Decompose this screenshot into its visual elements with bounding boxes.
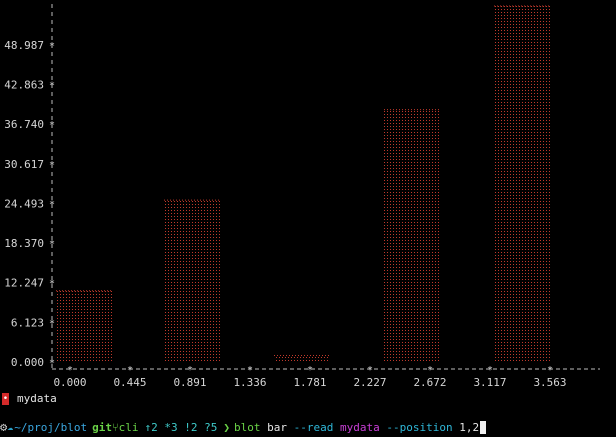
x-tick-label: 0.000 [53,376,86,389]
y-tick-label: 0.000 [11,356,44,369]
y-tick-label: 42.863 [4,79,44,92]
y-tick-mark: * [49,81,55,92]
y-tick-label: 36.740 [4,118,44,131]
git-label: git [92,420,112,434]
y-tick-label: 24.493 [4,197,44,210]
x-tick-mark: * [187,365,193,376]
cloud-icon: ☁ [7,421,14,433]
y-tick-label: 30.617 [4,158,44,171]
y-tick-mark: * [49,318,55,329]
y-tick-mark: * [49,199,55,210]
x-tick-label: 1.336 [233,376,266,389]
bar [164,200,220,362]
shell-prompt[interactable]: ⚙ ☁ ~/proj/blot git ⑂ cli ↑2 *3 !2 ?5 ❯ … [0,419,487,435]
git-status: ↑2 *3 !2 ?5 [144,420,218,434]
read-value[interactable]: mydata [340,421,380,434]
x-tick-mark: * [307,365,313,376]
text-cursor [480,420,487,434]
y-tick-label: 6.123 [11,316,44,329]
x-tick-mark: * [487,365,493,376]
x-tick-label: 3.117 [473,376,506,389]
bar [274,355,330,362]
legend-marker: • [2,392,9,405]
flag-position[interactable]: --position [386,421,452,434]
bar [384,109,440,363]
x-tick-mark: * [127,365,133,376]
x-tick-label: 2.227 [353,376,386,389]
x-tick-label: 1.781 [293,376,326,389]
legend: • mydata [2,392,57,405]
prompt-path: ~/proj/blot [14,420,88,434]
x-tick-label: 0.445 [113,376,146,389]
x-tick-mark: * [247,365,253,376]
flag-read[interactable]: --read [294,421,334,434]
y-tick-mark: * [49,358,55,369]
y-tick-label: 48.987 [4,39,44,52]
y-tick-label: 12.247 [4,277,44,290]
x-tick-mark: * [67,365,73,376]
y-tick-mark: * [49,279,55,290]
y-tick-mark: * [49,120,55,131]
git-branch: cli [118,420,139,434]
x-tick-label: 0.891 [173,376,206,389]
y-tick-mark: * [49,160,55,171]
x-tick-mark: * [547,365,553,376]
y-tick-label: 18.370 [4,237,44,250]
x-tick-label: 2.672 [413,376,446,389]
gear-icon: ⚙ [0,420,8,434]
legend-label: mydata [17,392,57,405]
y-tick-mark: * [49,239,55,250]
prompt-arrow-icon: ❯ [223,420,230,434]
y-tick-mark: * [49,41,55,52]
command-name[interactable]: blot [234,421,261,434]
x-tick-label: 3.563 [533,376,566,389]
x-tick-mark: * [367,365,373,376]
bar [56,290,112,362]
bar-chart: 48.987 * 42.863 * 36.740 * 30.617 * 24.493 * 18.37… [4,4,600,389]
terminal-window: 48.987 * 42.863 * 36.740 * 30.617 * 24.493 * 18.37… [0,0,616,437]
branch-icon: ⑂ [112,420,119,434]
command-subcommand[interactable]: bar [267,421,287,434]
bar [494,6,550,362]
x-tick-mark: * [427,365,433,376]
position-value[interactable]: 1,2 [459,421,479,434]
